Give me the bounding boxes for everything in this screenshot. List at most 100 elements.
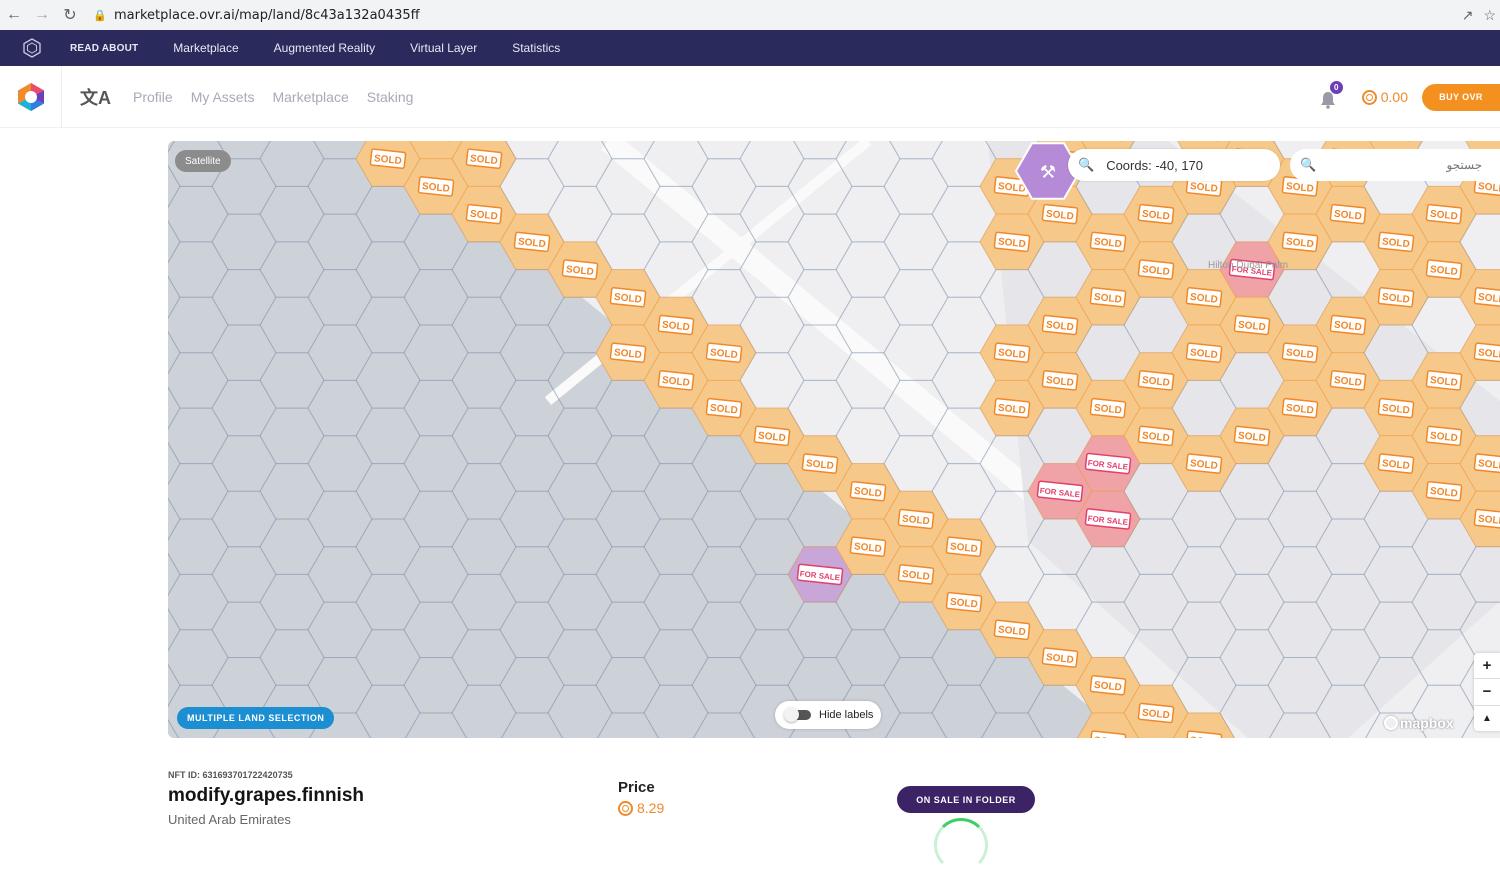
sold-label: SOLD bbox=[1041, 203, 1079, 225]
menu-profile[interactable]: Profile bbox=[133, 89, 173, 105]
location-search-input[interactable] bbox=[1332, 158, 1483, 172]
sold-label: SOLD bbox=[1041, 370, 1079, 391]
loading-ring bbox=[934, 818, 988, 872]
sold-label: SOLD bbox=[945, 536, 983, 557]
location-search-box[interactable]: 🔍 bbox=[1290, 149, 1500, 181]
sold-label: SOLD bbox=[945, 591, 983, 613]
land-details: NFT ID: 631693701722420735 modify.grapes… bbox=[168, 770, 364, 827]
address-bar[interactable]: 🔒 marketplace.ovr.ai/map/land/8c43a132a0… bbox=[92, 3, 1462, 27]
menu-marketplace[interactable]: Marketplace bbox=[272, 89, 348, 105]
sold-label: SOLD bbox=[1089, 397, 1127, 419]
sold-label: SOLD bbox=[1377, 231, 1415, 253]
sold-label: SOLD bbox=[897, 564, 935, 585]
sold-label: SOLD bbox=[1281, 231, 1319, 253]
sold-label: SOLD bbox=[705, 342, 743, 363]
menu-staking[interactable]: Staking bbox=[367, 89, 414, 105]
forward-icon[interactable]: → bbox=[28, 1, 56, 29]
hex-land-map[interactable]: SOLD SOLD SOLD SOLD SOLD SOLD SOLD SOLD SOLD SOLD… bbox=[168, 141, 1500, 738]
hide-labels-text: Hide labels bbox=[819, 709, 874, 721]
url-text: marketplace.ovr.ai/map/land/8c43a132a043… bbox=[114, 7, 420, 23]
ovr-coin-icon bbox=[1361, 89, 1377, 105]
buy-ovr-button[interactable]: BUY OVR bbox=[1422, 83, 1500, 111]
notification-badge: 0 bbox=[1329, 81, 1343, 94]
compass-button[interactable]: ▲ bbox=[1474, 706, 1500, 731]
sold-label: SOLD bbox=[897, 508, 935, 530]
sold-label: SOLD bbox=[849, 536, 887, 557]
hide-labels-toggle[interactable]: Hide labels bbox=[775, 701, 881, 729]
sold-label: SOLD bbox=[849, 480, 887, 502]
sold-label: SOLD bbox=[1425, 425, 1463, 447]
gavel-icon: ⚒ bbox=[1040, 162, 1056, 182]
sold-label: SOLD bbox=[1089, 231, 1127, 253]
sold-label: SOLD bbox=[1425, 370, 1463, 391]
nav-augmented-reality[interactable]: Augmented Reality bbox=[274, 41, 375, 55]
toggle-switch[interactable] bbox=[784, 707, 811, 722]
sold-label: SOLD bbox=[1377, 286, 1415, 308]
satellite-toggle-button[interactable]: Satellite bbox=[175, 150, 231, 172]
nft-id: NFT ID: 631693701722420735 bbox=[168, 770, 293, 780]
sold-label: SOLD bbox=[1473, 342, 1500, 363]
price-block: Price 8.29 bbox=[618, 779, 664, 816]
land-country: United Arab Emirates bbox=[168, 812, 291, 827]
sold-label: SOLD bbox=[1473, 286, 1500, 308]
nav-statistics[interactable]: Statistics bbox=[512, 41, 560, 55]
nav-marketplace[interactable]: Marketplace bbox=[173, 41, 238, 55]
sold-label: SOLD bbox=[609, 342, 647, 363]
zoom-out-button[interactable]: − bbox=[1474, 679, 1500, 706]
notification-bell-icon[interactable]: 0 bbox=[1320, 81, 1343, 109]
ovr-balance: 0.00 bbox=[1361, 89, 1408, 105]
bookmark-star-icon[interactable]: ☆ bbox=[1483, 7, 1496, 24]
app-header: 文A Profile My Assets Marketplace Staking… bbox=[0, 65, 1500, 128]
sold-label: SOLD bbox=[465, 148, 503, 169]
price-title: Price bbox=[618, 779, 655, 796]
sold-label: SOLD bbox=[801, 453, 839, 474]
sold-label: SOLD bbox=[1377, 397, 1415, 419]
sold-label: SOLD bbox=[1329, 370, 1367, 391]
translate-icon[interactable]: 文A bbox=[80, 84, 111, 110]
browser-toolbar: ← → ↻ 🔒 marketplace.ovr.ai/map/land/8c43… bbox=[0, 0, 1500, 30]
nav-virtual-layer[interactable]: Virtual Layer bbox=[410, 41, 477, 55]
sold-label: SOLD bbox=[1137, 370, 1175, 391]
sold-label: SOLD bbox=[417, 176, 455, 197]
top-navigation: READ ABOUT Marketplace Augmented Reality… bbox=[0, 30, 1500, 66]
coords-search-box[interactable]: 🔍 Coords: -40, 170 bbox=[1068, 149, 1280, 181]
reload-icon[interactable]: ↻ bbox=[56, 1, 84, 29]
map-canvas[interactable]: SOLD SOLD SOLD SOLD SOLD SOLD SOLD SOLD SOLD SOLD… bbox=[168, 141, 1500, 738]
zoom-in-button[interactable]: + bbox=[1474, 653, 1500, 680]
nav-read-about[interactable]: READ ABOUT bbox=[70, 43, 138, 54]
mapbox-attribution[interactable]: mapbox bbox=[1384, 715, 1454, 731]
sold-label: SOLD bbox=[513, 231, 551, 253]
balance-value: 0.00 bbox=[1380, 89, 1408, 105]
ovr-cube-icon[interactable] bbox=[20, 36, 44, 60]
multiple-land-selection-button[interactable]: MULTIPLE LAND SELECTION bbox=[177, 707, 335, 729]
lock-icon: 🔒 bbox=[93, 8, 107, 22]
menu-my-assets[interactable]: My Assets bbox=[191, 89, 255, 105]
mapbox-logo-icon bbox=[1384, 716, 1398, 730]
sold-label: SOLD bbox=[1425, 259, 1463, 280]
search-icon: 🔍 bbox=[1300, 157, 1317, 172]
sold-label: SOLD bbox=[561, 259, 599, 280]
sold-label: SOLD bbox=[1041, 647, 1079, 668]
sold-label: SOLD bbox=[1233, 425, 1271, 447]
sold-label: SOLD bbox=[993, 231, 1031, 253]
sold-label: SOLD bbox=[993, 619, 1031, 641]
sold-label: SOLD bbox=[705, 397, 743, 419]
sold-label: SOLD bbox=[657, 314, 695, 336]
search-icon: 🔍 bbox=[1078, 157, 1095, 172]
sold-label: SOLD bbox=[1473, 453, 1500, 474]
sold-label: SOLD bbox=[1041, 314, 1079, 336]
sale-status-button[interactable]: ON SALE IN FOLDER bbox=[897, 786, 1035, 813]
ovr-logo-icon[interactable] bbox=[0, 65, 62, 128]
share-icon[interactable]: ↗ bbox=[1462, 7, 1474, 24]
sold-label: SOLD bbox=[993, 342, 1031, 363]
sold-label: SOLD bbox=[1137, 203, 1175, 225]
sold-label: SOLD bbox=[1185, 342, 1223, 363]
sold-label: SOLD bbox=[1137, 425, 1175, 447]
sold-label: SOLD bbox=[657, 370, 695, 391]
sold-label: SOLD bbox=[465, 203, 503, 225]
sold-label: SOLD bbox=[1185, 453, 1223, 474]
ovr-coin-icon bbox=[618, 800, 633, 816]
zoom-controls: + − ▲ bbox=[1474, 653, 1500, 731]
back-icon[interactable]: ← bbox=[0, 1, 28, 29]
sold-label: SOLD bbox=[753, 425, 791, 447]
